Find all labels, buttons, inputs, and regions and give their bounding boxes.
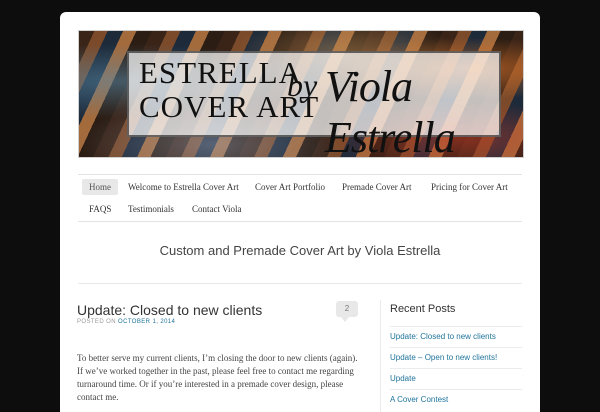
nav-item-faqs[interactable]: FAQS bbox=[82, 201, 118, 217]
divider bbox=[78, 283, 522, 284]
nav-item-welcome[interactable]: Welcome to Estrella Cover Art bbox=[121, 179, 246, 195]
banner-title-line1: ESTRELLA bbox=[139, 55, 302, 90]
comment-count-bubble[interactable]: 2 bbox=[336, 301, 358, 322]
nav-item-contact[interactable]: Contact Viola bbox=[185, 201, 249, 217]
recent-posts-list: Update: Closed to new clients Update – O… bbox=[390, 326, 522, 410]
sidebar-divider bbox=[380, 300, 381, 412]
list-item: Update bbox=[390, 368, 522, 389]
header-banner[interactable]: ESTRELLA COVER ART by Viola Estrella bbox=[78, 30, 524, 158]
recent-posts-title: Recent Posts bbox=[390, 303, 456, 315]
list-item: Update – Open to new clients! bbox=[390, 347, 522, 368]
post-meta: POSTED ON OCTOBER 1, 2014 bbox=[77, 319, 175, 325]
nav-item-testimonials[interactable]: Testimonials bbox=[121, 201, 181, 217]
list-item: Update: Closed to new clients bbox=[390, 326, 522, 347]
nav-item-portfolio[interactable]: Cover Art Portfolio bbox=[248, 179, 332, 195]
nav-item-home[interactable]: Home bbox=[82, 179, 118, 195]
post-body: To better serve my current clients, I’m … bbox=[77, 353, 358, 402]
nav-item-pricing[interactable]: Pricing for Cover Art bbox=[424, 179, 515, 195]
post-title[interactable]: Update: Closed to new clients bbox=[77, 302, 262, 318]
recent-post-link[interactable]: Update bbox=[390, 374, 416, 383]
nav-item-premade[interactable]: Premade Cover Art bbox=[335, 179, 418, 195]
site-tagline: Custom and Premade Cover Art by Viola Es… bbox=[159, 243, 441, 258]
banner-by: by bbox=[287, 67, 318, 103]
recent-post-link[interactable]: Update: Closed to new clients bbox=[390, 332, 496, 341]
page-container: ESTRELLA COVER ART by Viola Estrella Hom… bbox=[60, 12, 540, 412]
banner-signature: Viola Estrella bbox=[325, 62, 456, 158]
posted-on-label: POSTED ON bbox=[77, 319, 116, 325]
post-date-link[interactable]: OCTOBER 1, 2014 bbox=[118, 319, 175, 325]
main-navigation: Home Welcome to Estrella Cover Art Cover… bbox=[78, 174, 522, 222]
recent-post-link[interactable]: Update – Open to new clients! bbox=[390, 353, 497, 362]
